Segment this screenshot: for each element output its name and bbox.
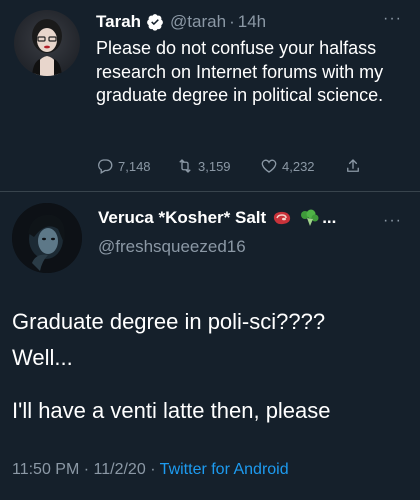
tweet-meta: 11:50 PM · 11/2/20 · Twitter for Android xyxy=(12,461,289,479)
meta-separator: · xyxy=(150,461,156,478)
reply-button[interactable]: 7,148 xyxy=(96,157,176,175)
separator: · xyxy=(229,12,235,31)
page: Tarah @tarah · 14h ··· Please do not con… xyxy=(0,0,420,500)
like-button[interactable]: 4,232 xyxy=(260,157,344,175)
avatar[interactable] xyxy=(14,10,80,76)
tweet-time[interactable]: 14h xyxy=(238,12,266,32)
reply-author-name-text: Veruca *Kosher* Salt xyxy=(98,208,267,227)
verified-icon xyxy=(147,14,163,31)
reply-avatar[interactable] xyxy=(12,203,82,273)
meta-separator: · xyxy=(83,461,90,478)
reply-time[interactable]: 11:50 PM xyxy=(12,461,79,478)
reply-text-line: Well... xyxy=(12,345,73,370)
reply-more-icon[interactable]: ··· xyxy=(383,212,402,230)
reply-count: 7,148 xyxy=(118,158,151,174)
original-tweet[interactable]: Tarah @tarah · 14h ··· Please do not con… xyxy=(0,0,420,190)
steak-icon xyxy=(274,211,291,225)
retweet-count: 3,159 xyxy=(198,158,231,174)
reply-author-handle[interactable]: @freshsqueezed16 xyxy=(98,237,246,257)
tweet-header: Tarah @tarah · 14h xyxy=(96,8,266,36)
name-ellipsis: ... xyxy=(322,208,337,227)
share-button[interactable] xyxy=(344,157,384,175)
more-icon[interactable]: ··· xyxy=(383,10,402,28)
author-handle[interactable]: @tarah xyxy=(170,12,226,32)
retweet-icon xyxy=(179,159,191,173)
reply-icon xyxy=(98,159,113,174)
like-icon xyxy=(261,159,277,173)
tweet-actions: 7,148 3,159 4,232 xyxy=(96,156,406,176)
divider xyxy=(0,191,420,192)
reply-date[interactable]: 11/2/20 xyxy=(94,461,146,478)
tweet-text: Please do not confuse your halfass resea… xyxy=(96,38,384,105)
reply-author-name[interactable]: Veruca *Kosher* Salt ... xyxy=(98,208,336,228)
reply-text-line: I'll have a venti latte then, please xyxy=(12,398,331,423)
reply-text-line: Graduate degree in poli-sci???? xyxy=(12,309,326,334)
author-name[interactable]: Tarah xyxy=(96,12,141,32)
source-link[interactable]: Twitter for Android xyxy=(160,461,289,478)
like-count: 4,232 xyxy=(282,158,315,174)
broccoli-icon xyxy=(301,209,319,226)
retweet-button[interactable]: 3,159 xyxy=(176,157,260,175)
share-icon xyxy=(347,159,359,172)
